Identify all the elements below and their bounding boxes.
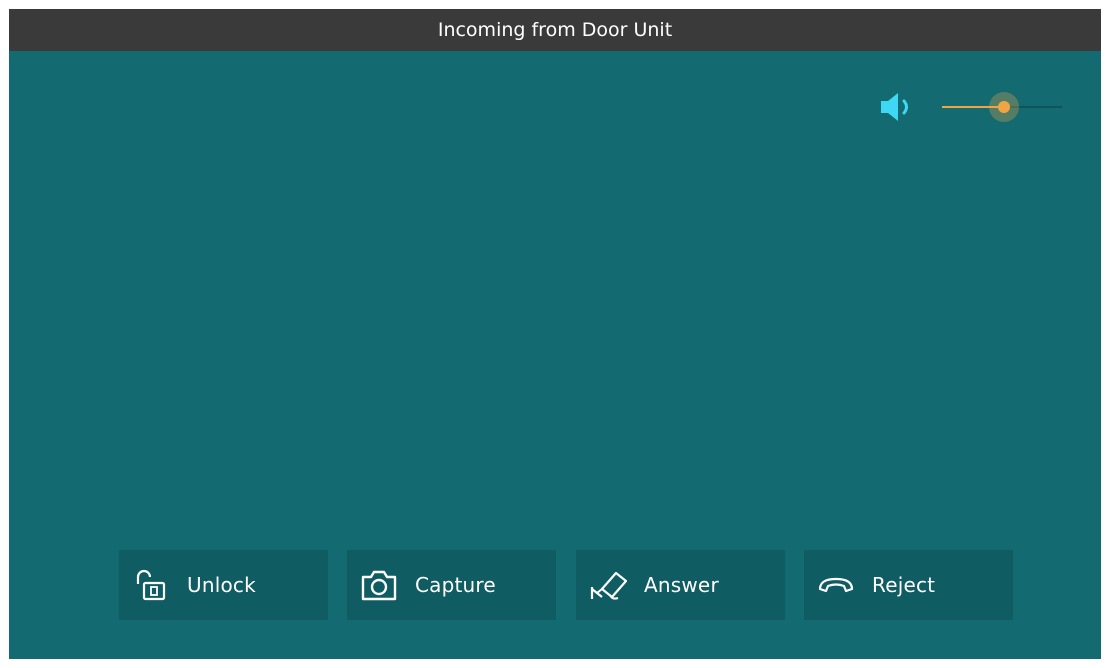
capture-button[interactable]: Capture — [347, 550, 556, 620]
window-title: Incoming from Door Unit — [437, 19, 673, 41]
reject-label: Reject — [872, 573, 936, 597]
speaker-icon[interactable] — [879, 91, 923, 123]
unlock-button[interactable]: Unlock — [119, 550, 328, 620]
volume-slider[interactable] — [942, 89, 1062, 125]
camera-icon — [359, 565, 399, 605]
reject-button[interactable]: Reject — [804, 550, 1013, 620]
capture-label: Capture — [415, 573, 496, 597]
volume-control — [879, 89, 1069, 125]
answer-button[interactable]: Answer — [576, 550, 785, 620]
answer-label: Answer — [644, 573, 719, 597]
volume-slider-knob[interactable] — [998, 101, 1010, 113]
title-bar: Incoming from Door Unit — [9, 9, 1101, 51]
unlock-label: Unlock — [187, 573, 256, 597]
cctv-camera-icon — [588, 565, 628, 605]
hang-up-icon — [816, 565, 856, 605]
intercom-screen: Incoming from Door Unit Unlock Capture A… — [9, 9, 1101, 659]
unlock-icon — [131, 565, 171, 605]
